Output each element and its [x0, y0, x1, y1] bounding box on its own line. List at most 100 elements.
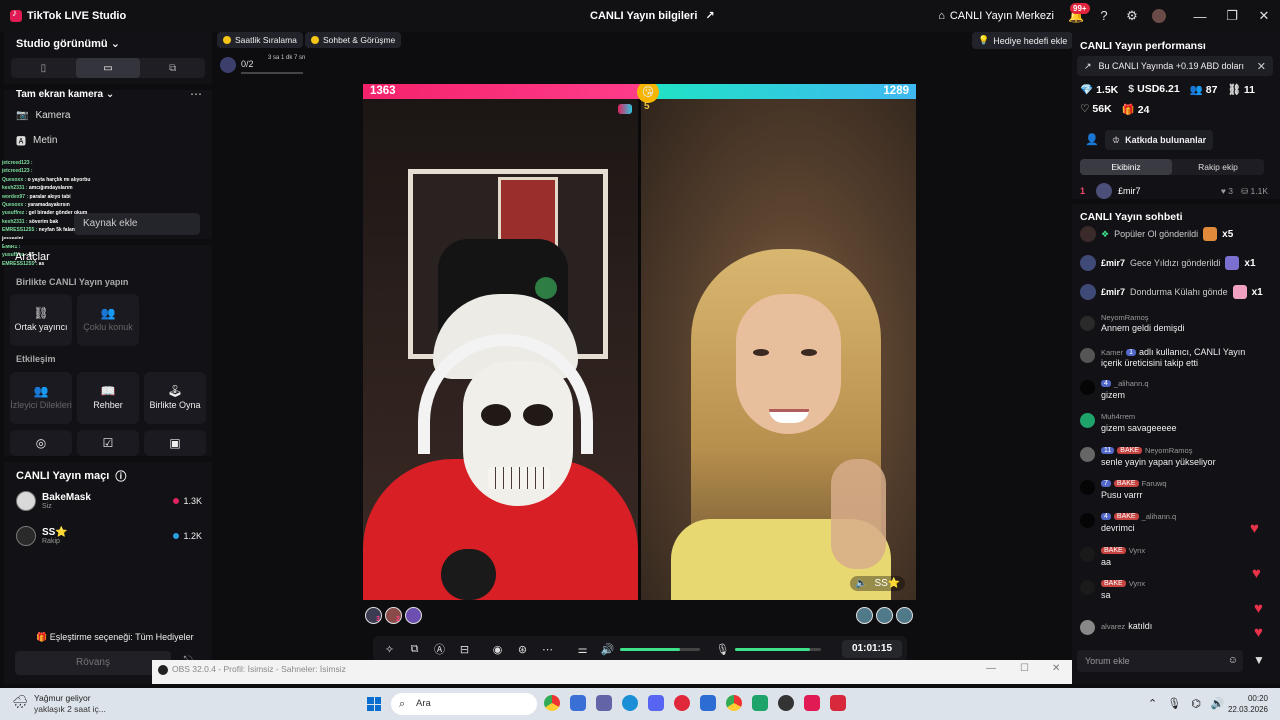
- overlay-chat-line: Quesoxx : yaramadayakırsın: [2, 201, 132, 209]
- performance-title: CANLI Yayın performansı: [1080, 40, 1206, 52]
- help-icon[interactable]: ⓘ: [115, 468, 126, 484]
- restore-icon[interactable]: ❐: [1216, 8, 1248, 24]
- filter-icon[interactable]: ⧉: [402, 643, 427, 656]
- mail-icon[interactable]: [700, 695, 716, 711]
- viewer-wishes-tile[interactable]: 👥 İzleyici Dilekleri: [10, 372, 72, 424]
- overlay-chat-user: kesh2331 :: [2, 218, 28, 225]
- share-icon: ⛓: [1227, 84, 1241, 96]
- more-icon[interactable]: ⋯: [535, 643, 560, 656]
- gift-text: Popüler Ol gönderildi: [1114, 229, 1199, 239]
- mic-slider[interactable]: [735, 647, 821, 651]
- fan-badge: BAKE: [1101, 547, 1126, 554]
- contributor-row[interactable]: 1 £mir7 ♥ 3 ⛁ 1.1K: [1080, 183, 1268, 199]
- medal-icon: [311, 36, 319, 44]
- media-icon[interactable]: [830, 695, 846, 711]
- gifter-avatar[interactable]: [856, 607, 873, 624]
- windows-start-icon[interactable]: [367, 697, 381, 711]
- live-info-button[interactable]: CANLI Yayın bilgileri ↗: [590, 9, 715, 23]
- overlay-chat-text: gel birader gönder okum: [27, 210, 88, 217]
- pairing-option[interactable]: 🎁 Eşleştirme seçeneği: Tüm Hediyeler: [36, 632, 194, 643]
- live-preview: 1363 1289 😘 5 🔈 SS⭐: [363, 84, 916, 600]
- split-layout-icon[interactable]: ⧉: [140, 58, 205, 78]
- discord-icon[interactable]: [648, 695, 664, 711]
- opponent-tag[interactable]: 🔈 SS⭐: [850, 576, 906, 591]
- teams-icon[interactable]: [596, 695, 612, 711]
- rain-icon: 🌧: [12, 694, 29, 709]
- network-icon[interactable]: ⌬: [1191, 697, 1201, 710]
- contributors-button[interactable]: ♔ Katkıda bulunanlar: [1105, 130, 1214, 150]
- co-host-tile[interactable]: ⛓ Ortak yayıncı: [10, 294, 72, 346]
- play-together-tile[interactable]: 🕹 Birlikte Oyna: [144, 372, 206, 424]
- obs-icon: [158, 665, 168, 675]
- gifter-avatar[interactable]: 3: [365, 607, 382, 624]
- caption-icon[interactable]: ⊟: [452, 643, 477, 656]
- source-camera[interactable]: 📷 Kamera: [16, 110, 70, 121]
- tab-opponent-team[interactable]: Rakip ekip: [1172, 159, 1264, 175]
- gifter-avatar[interactable]: [405, 607, 422, 624]
- goal-value: 0/2: [241, 59, 254, 69]
- mic-tray-icon[interactable]: 🎙: [1167, 697, 1181, 710]
- live-center-button[interactable]: ⌂ CANLI Yayın Merkezi: [938, 10, 1054, 22]
- speaker-icon[interactable]: 🔊: [1211, 697, 1225, 710]
- close-icon[interactable]: ✕: [1257, 60, 1266, 73]
- checklist-tile[interactable]: ☑: [77, 430, 139, 456]
- settings-sliders-icon[interactable]: ⚌: [570, 643, 595, 656]
- more-icon[interactable]: ⋯: [190, 87, 202, 101]
- hourly-ranking-chip[interactable]: Saatlik Sıralama: [217, 32, 303, 48]
- stats-row: ♡ 56K 🎁 24: [1080, 103, 1149, 116]
- tiktok-taskbar-icon[interactable]: [804, 695, 820, 711]
- tab-your-team[interactable]: Ekibiniz: [1080, 159, 1172, 175]
- player-score: 1.3K: [173, 496, 202, 506]
- gear-icon[interactable]: ⚙: [1124, 8, 1140, 24]
- scene-dropdown[interactable]: Tam ekran kamera ⌄: [16, 89, 114, 100]
- obs-taskbar-icon[interactable]: [778, 695, 794, 711]
- level-badge: 4: [1101, 513, 1111, 520]
- radar-tile[interactable]: ◎: [10, 430, 72, 456]
- clock[interactable]: 00:20 22.03.2026: [1226, 693, 1268, 715]
- goal-widget[interactable]: 0/2 3 sa 1 dk 7 sn: [218, 54, 306, 76]
- guide-tile[interactable]: 📖 Rehber: [77, 372, 139, 424]
- help-icon[interactable]: ?: [1096, 8, 1112, 24]
- studio-view-dropdown[interactable]: Studio görünümü ⌄: [16, 37, 120, 50]
- store-icon[interactable]: [570, 695, 586, 711]
- focus-icon[interactable]: ⊛: [510, 643, 535, 656]
- overlay-chat-text: neyfan 5k falan: [37, 227, 75, 234]
- send-icon[interactable]: ▼: [1253, 653, 1265, 667]
- effects-icon[interactable]: ✧: [377, 643, 402, 656]
- chevron-up-icon[interactable]: ⌃: [1148, 697, 1157, 710]
- ai-icon[interactable]: Ⓐ: [427, 641, 452, 657]
- record-icon[interactable]: ◉: [485, 643, 510, 656]
- landscape-layout-icon[interactable]: ▭: [75, 58, 141, 78]
- close-icon[interactable]: ✕: [1248, 8, 1280, 24]
- game-icon[interactable]: [752, 695, 768, 711]
- gift-goal-button[interactable]: 💡 Hediye hedefi ekle: [972, 32, 1074, 49]
- minimize-icon[interactable]: —: [986, 663, 996, 674]
- chat-call-chip[interactable]: Sohbet & Görüşme: [305, 32, 402, 48]
- close-icon[interactable]: ✕: [1052, 663, 1060, 674]
- emoji-icon[interactable]: ☺: [1228, 650, 1238, 672]
- fan-badge: BAKE: [1113, 513, 1139, 520]
- chrome-active-icon[interactable]: [726, 695, 742, 711]
- restore-icon[interactable]: ☐: [1020, 663, 1029, 674]
- microphone-icon[interactable]: 🎙: [710, 643, 735, 656]
- chrome-icon[interactable]: [544, 695, 560, 711]
- rematch-button[interactable]: Rövanş: [15, 651, 171, 675]
- gifter-avatar[interactable]: [876, 607, 893, 624]
- minimize-icon[interactable]: —: [1184, 9, 1216, 24]
- gifter-avatar[interactable]: [896, 607, 913, 624]
- tiktok-logo-icon: [10, 8, 22, 22]
- taskbar-search[interactable]: ⌕ Ara: [391, 693, 537, 715]
- edge-icon[interactable]: [622, 695, 638, 711]
- opera-icon[interactable]: [674, 695, 690, 711]
- volume-slider[interactable]: [620, 647, 700, 651]
- profile-avatar[interactable]: [1152, 9, 1166, 23]
- multi-guest-tile[interactable]: 👥 Çoklu konuk: [77, 294, 139, 346]
- goal-time: 3 sa 1 dk 7 sn: [268, 55, 306, 61]
- source-text[interactable]: 🅰 Metin: [16, 133, 57, 148]
- volume-icon[interactable]: 🔊: [595, 643, 620, 656]
- gifter-avatar[interactable]: 2: [385, 607, 402, 624]
- comment-input[interactable]: Yorum ekle ☺: [1077, 650, 1243, 672]
- portrait-layout-icon[interactable]: ▯: [11, 58, 76, 78]
- obs-window[interactable]: OBS 32.0.4 - Profil: İsimsiz - Sahneler:…: [152, 660, 1072, 684]
- box-tile[interactable]: ▣: [144, 430, 206, 456]
